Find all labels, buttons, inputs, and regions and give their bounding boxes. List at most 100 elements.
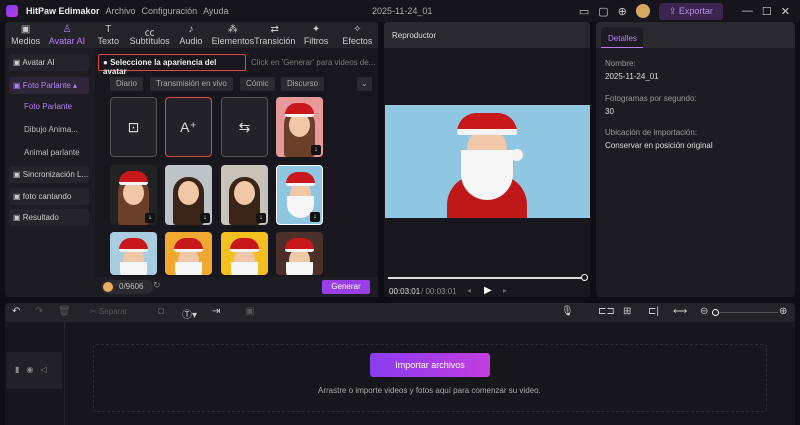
chip-diario[interactable]: Diario bbox=[110, 77, 143, 91]
sidebar-item-foto-cantando[interactable]: ▣ foto cantando bbox=[9, 188, 89, 205]
user-avatar[interactable] bbox=[635, 4, 650, 18]
sidebar-sub-foto-parlante[interactable]: Foto Parlante bbox=[24, 102, 72, 111]
delete-icon[interactable]: 🗑 bbox=[58, 306, 71, 317]
zoom-in-icon[interactable]: ⊕ bbox=[779, 306, 787, 317]
tab-elementos[interactable]: ⁂ Elementos bbox=[212, 22, 255, 48]
avatar-card[interactable]: ↓ bbox=[221, 165, 268, 225]
user-add-icon: ⊡ bbox=[127, 118, 140, 135]
layout-icon[interactable]: ▭ bbox=[579, 5, 589, 18]
crop-icon[interactable]: ▣ bbox=[245, 306, 254, 317]
sidebar-item-sync[interactable]: ▣ Sincronización L... bbox=[9, 166, 89, 183]
import-label: Ubicación de importación: bbox=[605, 128, 698, 137]
fps-label: Fotogramas por segundo: bbox=[605, 94, 697, 103]
visibility-icon[interactable]: ◉ bbox=[26, 365, 40, 374]
menu-configuracion[interactable]: Configuración bbox=[142, 6, 198, 16]
audio-icon[interactable]: ◁ bbox=[40, 365, 53, 374]
fps-value: 30 bbox=[605, 107, 614, 116]
tab-subtitulos[interactable]: ㏄ Subtítulos bbox=[129, 22, 170, 48]
credits-value: 0/9606 bbox=[119, 282, 144, 291]
tab-avatar-ai[interactable]: ♙ Avatar AI bbox=[46, 22, 87, 48]
step-banner: ● Seleccione la apariencia del avatar bbox=[98, 54, 246, 76]
zoom-handle[interactable] bbox=[712, 309, 719, 316]
tab-label: Efectos bbox=[342, 36, 373, 46]
progress-bar[interactable] bbox=[388, 277, 585, 279]
remove-silence-icon[interactable]: ⇥ bbox=[212, 306, 220, 317]
import-files-button[interactable]: Importar archivos bbox=[370, 353, 490, 377]
tab-label: Texto bbox=[97, 36, 120, 46]
undo-icon[interactable]: ↶ bbox=[12, 306, 20, 317]
refresh-icon[interactable]: ↻ bbox=[153, 280, 161, 291]
divider bbox=[64, 322, 65, 425]
sidebar-sub-animal[interactable]: Animal parlante bbox=[24, 148, 80, 157]
lock-icon[interactable]: ▮ bbox=[15, 365, 26, 374]
redo-icon[interactable]: ↷ bbox=[35, 306, 43, 317]
template-card[interactable]: ⇆ bbox=[221, 97, 268, 157]
zoom-out-icon[interactable]: ⊖ bbox=[700, 306, 708, 317]
avatar-card[interactable] bbox=[110, 232, 157, 275]
export-label: Exportar bbox=[678, 5, 713, 16]
split-button[interactable]: ✂ Separar bbox=[90, 307, 127, 316]
ai-generate-card[interactable]: A⁺ bbox=[165, 97, 212, 157]
filters-icon: ✦ bbox=[311, 24, 321, 35]
avatar-card[interactable]: ↓ bbox=[165, 165, 212, 225]
elements-icon: ⁂ bbox=[227, 24, 238, 35]
split-clip-icon[interactable]: ⊞ bbox=[623, 306, 631, 317]
tab-transicion[interactable]: ⇄ Transición bbox=[254, 22, 295, 48]
app-logo bbox=[6, 5, 18, 17]
chip-transmision[interactable]: Transmisión en vivo bbox=[150, 77, 233, 91]
avatar-card-selected[interactable]: ↓ bbox=[276, 165, 323, 225]
import-value: Conservar en posición original bbox=[605, 141, 713, 150]
sidebar-item-resultado[interactable]: ▣ Resultado bbox=[9, 209, 89, 226]
avatar-card[interactable] bbox=[165, 232, 212, 275]
avatar-card[interactable] bbox=[221, 232, 268, 275]
tab-audio[interactable]: ♪ Audio bbox=[170, 22, 211, 48]
sidebar-item-avatar-ai[interactable]: ▣ Avatar AI bbox=[9, 54, 89, 71]
minimize-icon[interactable]: — bbox=[742, 5, 753, 17]
download-icon[interactable]: ⊕ bbox=[618, 5, 627, 18]
sidebar-item-foto-parlante[interactable]: ▣ Foto Parlante ▴ bbox=[9, 77, 89, 94]
timeline-toolbar: ↶ ↷ 🗑 ✂ Separar ◘ Ⓣ▾ ⇥ ▣ 🎙 ⊏⊐ ⊞ ⊏| ⟷ ⊖ ⊕ bbox=[5, 303, 795, 322]
total-time: / 00:03:01 bbox=[421, 287, 457, 296]
maximize-icon[interactable]: ☐ bbox=[762, 5, 772, 18]
avatar-card[interactable] bbox=[276, 232, 323, 275]
microphone-icon[interactable]: 🎙 bbox=[561, 306, 574, 317]
prev-frame-icon[interactable]: ◂ bbox=[467, 286, 471, 295]
tab-filtros[interactable]: ✦ Filtros bbox=[295, 22, 336, 48]
trim-icon[interactable]: ⊏| bbox=[648, 306, 659, 317]
link-icon[interactable]: ⊏⊐ bbox=[598, 306, 615, 317]
avatar-card[interactable]: ↓ bbox=[110, 165, 157, 225]
chevron-down-icon[interactable]: ⌄ bbox=[357, 77, 372, 91]
tab-detalles[interactable]: Detalles bbox=[601, 27, 643, 48]
sidebar-sub-dibujo[interactable]: Dibujo Anima... bbox=[24, 125, 78, 134]
drop-hint: Arrastre o importe videos y fotos aquí p… bbox=[318, 386, 541, 395]
avatar-card[interactable]: ↓ bbox=[276, 97, 323, 157]
generate-hint: Click en 'Generar' para videos de... bbox=[251, 58, 376, 67]
generate-button[interactable]: Generar bbox=[322, 280, 370, 294]
tab-medios[interactable]: ▣ Medios bbox=[5, 22, 46, 48]
fit-icon[interactable]: ⟷ bbox=[673, 306, 687, 317]
tab-texto[interactable]: T Texto bbox=[88, 22, 129, 48]
label: Sincronización L... bbox=[22, 170, 89, 179]
marker-icon[interactable]: ◘ bbox=[158, 306, 164, 317]
tab-efectos[interactable]: ✧ Efectos bbox=[337, 22, 378, 48]
menu-archivo[interactable]: Archivo bbox=[106, 6, 136, 16]
avatar-icon: ♙ bbox=[62, 24, 72, 35]
video-preview bbox=[385, 105, 590, 218]
progress-handle[interactable] bbox=[581, 274, 588, 281]
subtitles-icon: ㏄ bbox=[144, 28, 155, 39]
chip-comic[interactable]: Cómic bbox=[240, 77, 275, 91]
zoom-slider[interactable] bbox=[718, 312, 778, 313]
menu-ayuda[interactable]: Ayuda bbox=[203, 6, 228, 16]
text-tool-icon[interactable]: Ⓣ▾ bbox=[182, 306, 197, 321]
player-title: Reproductor bbox=[392, 31, 437, 40]
next-frame-icon[interactable]: ▸ bbox=[503, 286, 507, 295]
play-icon[interactable]: ▶ bbox=[484, 285, 492, 296]
label: Resultado bbox=[22, 213, 59, 222]
ai-add-icon: A⁺ bbox=[180, 118, 197, 135]
upload-photo-card[interactable]: ⊡ bbox=[110, 97, 157, 157]
feedback-icon[interactable]: ▢ bbox=[598, 5, 608, 18]
name-label: Nombre: bbox=[605, 59, 636, 68]
export-button[interactable]: ⇪ Exportar bbox=[658, 2, 723, 20]
close-icon[interactable]: ✕ bbox=[781, 5, 790, 18]
chip-discurso[interactable]: Discurso bbox=[281, 77, 325, 91]
